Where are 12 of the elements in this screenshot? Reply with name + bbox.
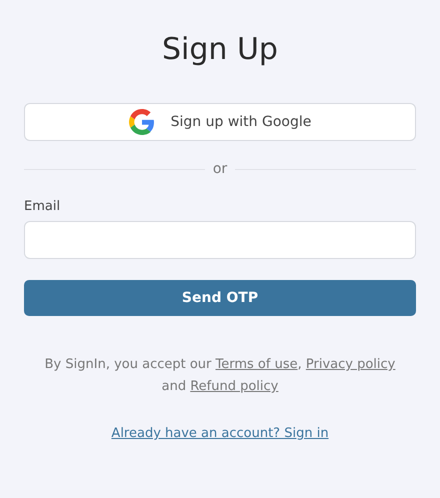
email-label: Email — [24, 199, 60, 214]
policy-link[interactable]: Refund policy — [190, 379, 278, 394]
send-otp-button[interactable]: Send OTP — [24, 280, 416, 316]
policy-link[interactable]: Terms of use — [216, 357, 298, 372]
terms-text: By SignIn, you accept our Terms of use, Privacy policy and Refund policy — [44, 356, 396, 396]
google-signup-button[interactable]: Sign up with Google — [24, 103, 416, 141]
email-input-field[interactable] — [24, 221, 416, 259]
or-divider-label: or — [212, 161, 228, 177]
policy-link[interactable]: Privacy policy — [306, 357, 396, 372]
sign-in-link[interactable]: Already have an account? Sign in — [111, 426, 329, 441]
page-title: Sign Up — [162, 31, 278, 69]
google-icon — [128, 109, 155, 135]
